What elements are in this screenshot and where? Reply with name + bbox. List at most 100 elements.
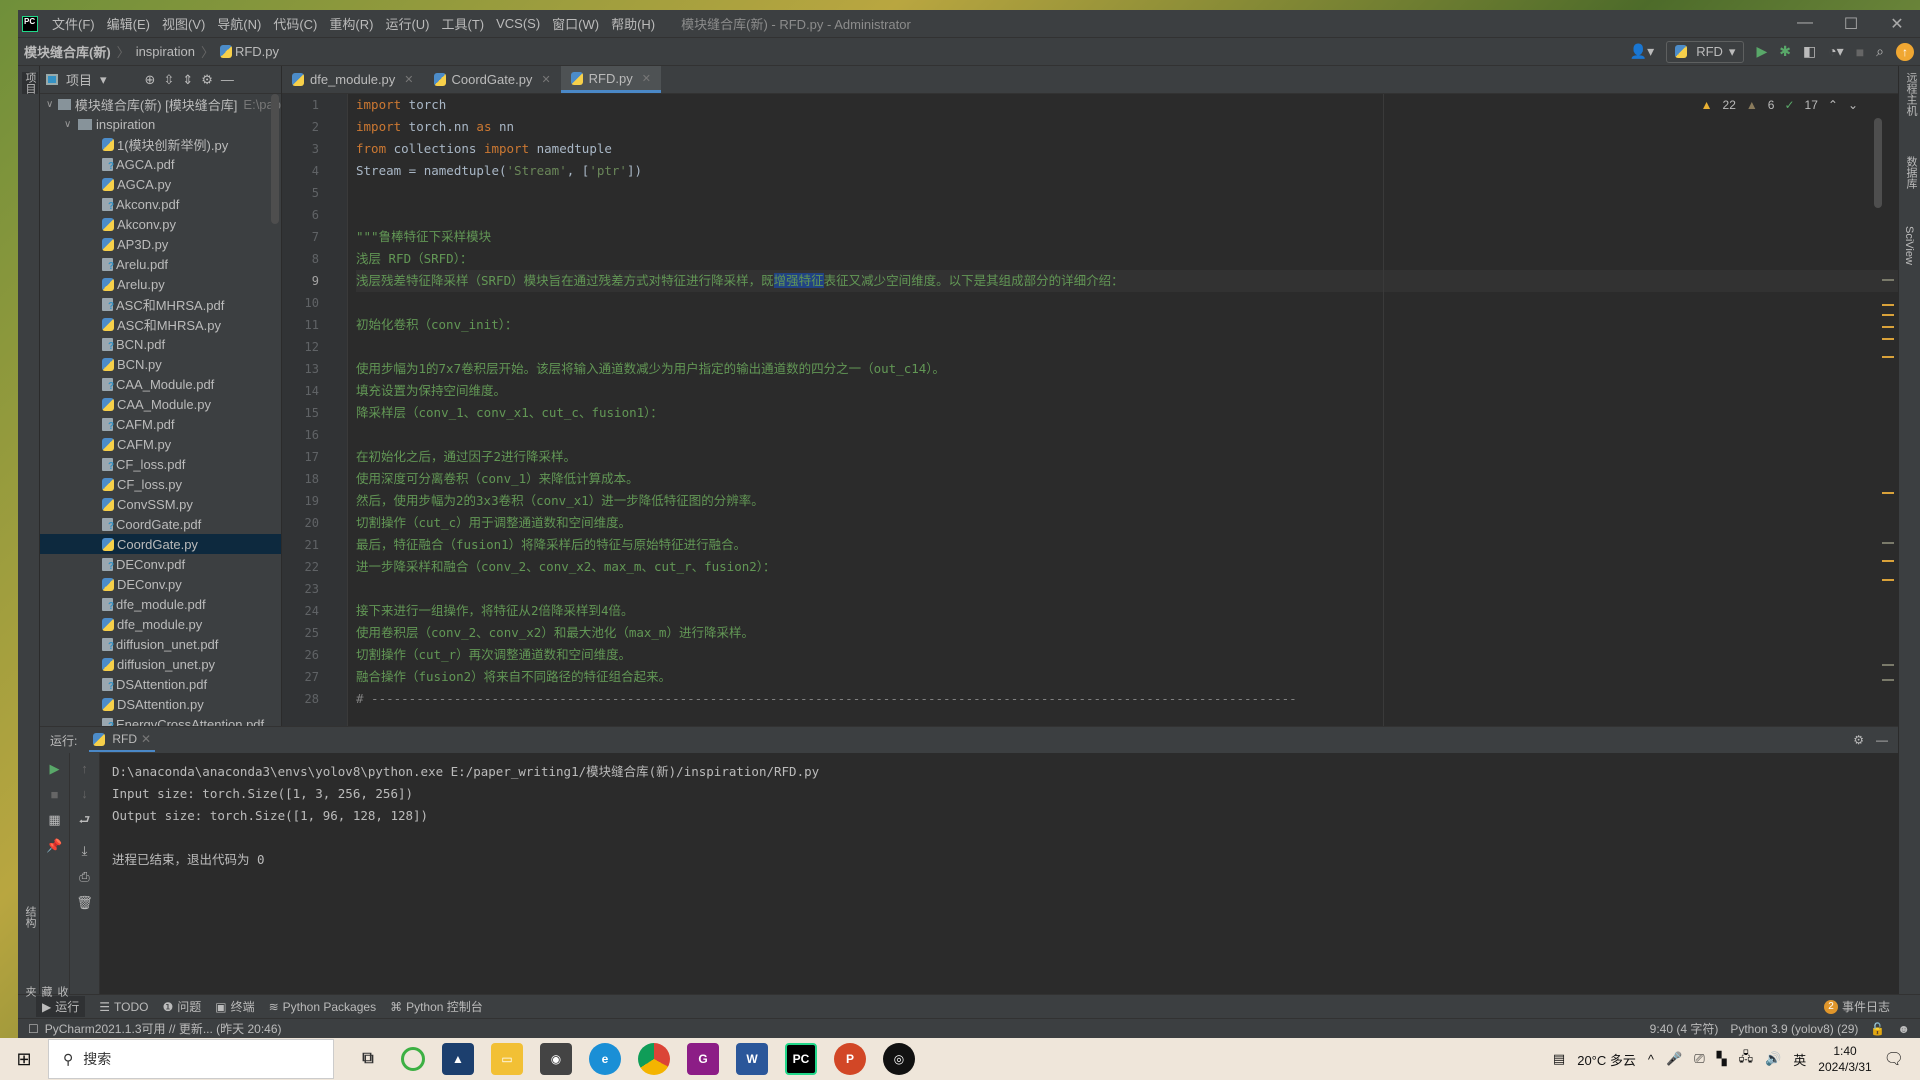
tree-file[interactable]: CAA_Module.pdf <box>40 374 281 394</box>
trash-icon[interactable]: 🗑 <box>76 895 93 911</box>
inspector-icon[interactable]: ☻ <box>1897 1022 1910 1036</box>
code-line[interactable]: """鲁棒特征下采样模块 <box>356 226 1898 248</box>
debug-icon[interactable]: ✱ <box>1779 43 1791 60</box>
menu-vcs[interactable]: VCS(S) <box>490 16 546 31</box>
chevron-up-icon[interactable]: ^ <box>1648 1052 1654 1067</box>
scroll-to-end-icon[interactable]: ⤓ <box>82 843 88 859</box>
tree-scrollbar[interactable] <box>271 94 279 224</box>
run-config-selector[interactable]: RFD ▾ <box>1666 40 1745 63</box>
tool-tab-run[interactable]: ▶ 运行 <box>36 996 86 1017</box>
code-line[interactable] <box>356 182 1898 204</box>
coverage-icon[interactable]: ◧ <box>1803 43 1816 60</box>
pdf-app-icon[interactable]: G <box>687 1043 719 1075</box>
network-icon[interactable]: 🖧 <box>1739 1048 1754 1070</box>
breadcrumb-project[interactable]: 模块缝合库(新) <box>24 42 111 61</box>
menu-help[interactable]: 帮助(H) <box>605 14 661 33</box>
tree-file[interactable]: EnergyCrossAttention.pdf <box>40 714 281 726</box>
code-line[interactable]: 浅层 RFD（SRFD）： <box>356 248 1898 270</box>
code-line[interactable]: # --------------------------------------… <box>356 688 1898 710</box>
tree-file[interactable]: ASC和MHRSA.py <box>40 314 281 334</box>
tree-file[interactable]: DEConv.pdf <box>40 554 281 574</box>
code-line[interactable]: import torch <box>356 94 1898 116</box>
tool-tab-terminal[interactable]: ▣ 终端 <box>215 998 254 1015</box>
console-output[interactable]: D:\anaconda\anaconda3\envs\yolov8\python… <box>100 753 1898 994</box>
code-line[interactable]: Stream = namedtuple('Stream', ['ptr']) <box>356 160 1898 182</box>
tree-file[interactable]: dfe_module.py <box>40 614 281 634</box>
tool-tab-python-console[interactable]: ⌘ Python 控制台 <box>390 998 483 1015</box>
tree-file[interactable]: Akconv.py <box>40 214 281 234</box>
stripe-mark[interactable] <box>1882 356 1894 358</box>
clock[interactable]: 1:40 2024/3/31 <box>1818 1043 1871 1075</box>
edge-icon[interactable]: e <box>589 1043 621 1075</box>
tab-coordgate[interactable]: CoordGate.py ✕ <box>424 66 561 93</box>
hide-panel-icon[interactable]: — <box>1876 733 1888 747</box>
code-line[interactable]: from collections import namedtuple <box>356 138 1898 160</box>
stripe-mark[interactable] <box>1882 679 1894 681</box>
code-editor[interactable]: 1 2 3 4 5 6 7 8 9 10 11 12 13 14 15 16 17 18 19 20 21 22 23 24 2… <box>282 94 1898 726</box>
database-tool-button[interactable]: 数据库 <box>1903 156 1919 189</box>
tree-file[interactable]: CAFM.py <box>40 434 281 454</box>
bookmark-icon[interactable]: ▚ <box>1717 1051 1727 1067</box>
event-log-button[interactable]: 2 事件日志 <box>1823 998 1890 1015</box>
code-line[interactable] <box>356 336 1898 358</box>
weather-widget[interactable]: 20°C 多云 <box>1577 1050 1636 1069</box>
run-icon[interactable]: ▶ <box>1756 43 1767 60</box>
collapse-all-icon[interactable]: ⇕ <box>182 72 193 88</box>
windows-start-icon[interactable]: ⊞ <box>0 1049 48 1070</box>
run-tab-rfd[interactable]: RFD ✕ <box>89 728 156 752</box>
breadcrumb-file[interactable]: RFD.py <box>235 44 279 59</box>
photo-app-icon[interactable]: ◉ <box>540 1043 572 1075</box>
menu-window[interactable]: 窗口(W) <box>546 14 605 33</box>
code-line[interactable]: 初始化卷积（conv_init）： <box>356 314 1898 336</box>
tool-tab-todo[interactable]: ☰ TODO <box>99 1000 148 1014</box>
close-run-tab-icon[interactable]: ✕ <box>141 732 151 746</box>
stripe-mark[interactable] <box>1882 542 1894 544</box>
file-explorer-icon[interactable]: ▭ <box>491 1043 523 1075</box>
volume-icon[interactable]: 🔊 <box>1765 1051 1781 1067</box>
menu-file[interactable]: 文件(F) <box>46 14 101 33</box>
notification-icon[interactable]: 🗨 <box>1884 1049 1904 1069</box>
tree-root[interactable]: ∨ 模块缝合库(新) [模块缝合库] E:\pap <box>40 94 281 114</box>
minimize-button[interactable]: — <box>1782 14 1828 34</box>
favorites-tool-button[interactable]: 收藏夹 <box>22 986 70 997</box>
down-arrow-icon[interactable]: ↓ <box>81 786 88 801</box>
menu-refactor[interactable]: 重构(R) <box>323 14 379 33</box>
code-line[interactable]: 在初始化之后，通过因子2进行降采样。 <box>356 446 1898 468</box>
tab-dfe-module[interactable]: dfe_module.py ✕ <box>282 66 424 93</box>
tree-file[interactable]: 1(模块创新举例).py <box>40 134 281 154</box>
inspection-widget[interactable]: ▲ 22 ▲ 6 ✓ 17 ⌃ ⌄ <box>1701 98 1858 112</box>
layout-icon[interactable]: ▦ <box>48 812 60 828</box>
stripe-mark[interactable] <box>1882 560 1894 562</box>
profile-icon[interactable]: ◔▾ <box>1828 43 1843 60</box>
close-tab-icon[interactable]: ✕ <box>404 73 413 86</box>
stripe-mark[interactable] <box>1882 279 1894 281</box>
code-line[interactable]: 最后，特征融合（fusion1）将降采样后的特征与原始特征进行融合。 <box>356 534 1898 556</box>
tree-file[interactable]: Arelu.pdf <box>40 254 281 274</box>
tree-file[interactable]: CAFM.pdf <box>40 414 281 434</box>
gear-icon[interactable]: ⚙ <box>1853 733 1864 747</box>
code-line[interactable] <box>356 578 1898 600</box>
stripe-mark[interactable] <box>1882 664 1894 666</box>
code-line[interactable]: 然后，使用步幅为2的3x3卷积（conv_x1）进一步降低特征图的分辨率。 <box>356 490 1898 512</box>
project-view-selector[interactable]: 项目 <box>66 70 92 89</box>
update-icon[interactable]: ↑ <box>1896 42 1914 61</box>
tree-file[interactable]: DEConv.py <box>40 574 281 594</box>
stripe-mark[interactable] <box>1882 338 1894 340</box>
tree-file[interactable]: CF_loss.py <box>40 474 281 494</box>
code-line[interactable]: 切割操作（cut_r）再次调整通道数和空间维度。 <box>356 644 1898 666</box>
tree-file[interactable]: AGCA.py <box>40 174 281 194</box>
ime-indicator[interactable]: 英 <box>1793 1050 1806 1069</box>
maximize-button[interactable]: ☐ <box>1828 14 1874 34</box>
menu-view[interactable]: 视图(V) <box>156 14 211 33</box>
powerpoint-icon[interactable]: P <box>834 1043 866 1075</box>
pin-icon[interactable]: 📌 <box>46 838 62 854</box>
project-tool-button[interactable]: 项目 <box>22 72 38 94</box>
tree-file[interactable]: BCN.py <box>40 354 281 374</box>
tree-file[interactable]: Akconv.pdf <box>40 194 281 214</box>
stripe-mark[interactable] <box>1882 492 1894 494</box>
sciview-tool-button[interactable]: SciView <box>1903 226 1915 265</box>
tree-file[interactable]: DSAttention.py <box>40 694 281 714</box>
taskbar-search[interactable]: ⚲ 搜索 <box>48 1039 334 1079</box>
stop-icon[interactable]: ■ <box>51 787 59 802</box>
stripe-mark[interactable] <box>1882 314 1894 316</box>
